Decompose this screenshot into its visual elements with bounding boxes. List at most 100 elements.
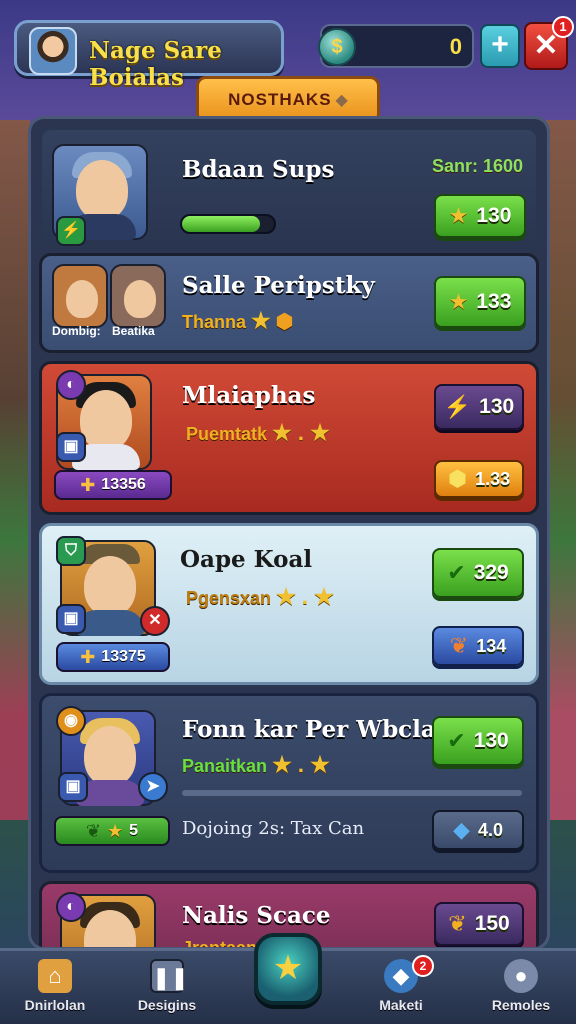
pause-icon: ❚❚ — [150, 959, 189, 993]
close-icon: ✕ — [140, 606, 170, 636]
upgrade-value: 1.33 — [475, 468, 511, 489]
list-item[interactable]: ◐ ▣ ✚ 13356 Mlaiaphas Puemtatk ★ . ★ ⚡ 130… — [39, 361, 539, 515]
star-icon: ★ . ★ — [272, 420, 330, 445]
stat-pill: ✚ 13375 — [56, 642, 170, 672]
emblem-icon: ◐ — [56, 892, 86, 922]
resource-button[interactable]: ❦ 134 — [432, 626, 524, 666]
list-item[interactable]: ◉ ▣ ➤ ❦ ★ 5 Fonn kar Per Wbclal Panaitka… — [39, 693, 539, 873]
confirm-value: 329 — [473, 561, 509, 584]
character-subtitle: Thanna ★ ⬢ — [182, 308, 293, 334]
background-left-decor — [0, 120, 30, 820]
plus-icon: ✚ — [80, 474, 96, 495]
chest-icon: ▣ — [56, 604, 86, 634]
nav-item-designs[interactable]: ❚❚ Desigins — [112, 951, 222, 1024]
currency-value: 0 — [449, 34, 462, 59]
add-currency-button[interactable]: + — [480, 24, 520, 68]
subtitle-text: Puemtatk — [186, 424, 268, 444]
lightning-icon: ⚡ — [56, 216, 86, 246]
character-portrait — [110, 264, 166, 328]
check-icon: ✔ — [447, 728, 466, 753]
resource-value: 4.0 — [477, 819, 503, 840]
close-button[interactable]: ✕ 1 — [524, 16, 574, 70]
notification-badge: 1 — [552, 16, 574, 38]
boost-value: 150 — [474, 912, 510, 935]
plus-icon: ✚ — [80, 646, 96, 667]
background-right-decor — [546, 120, 576, 820]
score-label: Sanr: 1600 — [432, 156, 524, 176]
player-plate[interactable]: Nage Sare Boialas — [14, 20, 284, 91]
nav-label: Remoles — [491, 997, 551, 1013]
star-icon: ★ — [107, 820, 124, 841]
progress-fill — [182, 216, 261, 232]
nav-item-home[interactable]: ⌂ Dnirlolan — [0, 951, 110, 1024]
list-item[interactable]: ⚡ Bdaan Sups Sanr: 1600 ★ 130 — [39, 127, 539, 251]
star-icon: ★ — [272, 949, 304, 987]
player-avatar — [29, 27, 77, 75]
coin-icon: $ — [318, 28, 356, 66]
banner-title: NOSTHAKS — [228, 90, 332, 109]
gold-icon: ⬢ — [447, 466, 468, 491]
subtitle-text: Pgensxan — [186, 588, 272, 608]
notification-badge: 2 — [412, 955, 434, 977]
top-bar: Nage Sare Boialas $ 0 + ✕ 1 — [8, 12, 574, 91]
character-name: Bdaan Sups — [182, 156, 335, 183]
confirm-value: 130 — [473, 729, 509, 752]
character-name: Fonn kar Per Wbclal — [182, 716, 445, 743]
list-item[interactable]: Dombig: Beatika Salle Peripstky Thanna ★… — [39, 253, 539, 353]
star-icon: ★ — [448, 289, 469, 314]
house-icon: ⌂ — [38, 959, 72, 993]
reward-value: 133 — [476, 290, 512, 313]
star-icon: ★ . ★ — [276, 584, 334, 609]
check-icon: ✔ — [447, 560, 466, 585]
character-name: Mlaiaphas — [182, 382, 316, 409]
leaf-icon: ❦ — [448, 911, 467, 936]
arrow-icon: ➤ — [138, 772, 168, 802]
star-icon: ★ — [251, 308, 271, 333]
boost-value: 130 — [479, 395, 515, 418]
chest-icon: ▣ — [56, 432, 86, 462]
nav-label: Maketi — [379, 997, 423, 1013]
bottom-navigation: ⌂ Dnirlolan ❚❚ Desigins ★ ◆ Maketi 2 ● R… — [0, 933, 576, 1024]
emblem-icon: ◐ — [56, 370, 86, 400]
boost-button[interactable]: ❦ 150 — [434, 902, 524, 946]
character-subtitle: Panaitkan ★ . ★ — [182, 752, 330, 778]
crystal-icon: ◆ — [453, 817, 470, 842]
currency-display: $ 0 — [318, 24, 474, 68]
leaf-icon: ❦ — [85, 820, 102, 841]
resource-button[interactable]: ◆ 4.0 — [432, 810, 524, 850]
progress-bar — [180, 214, 276, 234]
subtitle-text: Thanna — [182, 312, 247, 332]
character-detail: Dojoing 2s: Tax Can — [182, 818, 365, 839]
portrait-label: Beatika — [112, 324, 155, 338]
star-main-button[interactable]: ★ — [254, 933, 322, 1005]
leaf-icon: ❦ — [449, 633, 469, 658]
character-name: Salle Peripstky — [182, 272, 375, 299]
nav-item-profiles[interactable]: ● Remoles — [466, 951, 576, 1024]
stat-pill: ✚ 13356 — [54, 470, 172, 500]
lightning-icon: ⚡ — [443, 394, 472, 419]
upgrade-button[interactable]: ⬢ 1.33 — [434, 460, 524, 498]
stat-pill: ❦ ★ 5 — [54, 816, 170, 846]
character-subtitle: Puemtatk ★ . ★ — [186, 420, 330, 446]
reward-button[interactable]: ★ 130 — [434, 194, 526, 238]
confirm-button[interactable]: ✔ 329 — [432, 548, 524, 598]
character-name: Oape Koal — [180, 546, 313, 573]
list-item[interactable]: ⛉ ▣ ✕ ✚ 13375 Oape Koal Pgensxan ★ . ★ ✔ 3… — [39, 523, 539, 685]
reward-button[interactable]: ★ 133 — [434, 276, 526, 328]
person-icon: ● — [504, 959, 538, 993]
nav-item-market[interactable]: ◆ Maketi 2 — [346, 951, 456, 1024]
reward-value: 130 — [476, 204, 512, 227]
shield-icon: ⛉ — [56, 536, 86, 566]
chest-icon: ▣ — [58, 772, 88, 802]
nav-label: Dnirlolan — [24, 997, 86, 1013]
gem-icon: ◆ — [335, 92, 348, 109]
character-list[interactable]: ⚡ Bdaan Sups Sanr: 1600 ★ 130 Dombig: Bea… — [28, 116, 550, 950]
confirm-button[interactable]: ✔ 130 — [432, 716, 524, 766]
boost-button[interactable]: ⚡ 130 — [434, 384, 524, 430]
star-icon: ★ — [448, 203, 469, 228]
stat-value: 5 — [129, 822, 139, 839]
nav-label: Desigins — [137, 997, 197, 1013]
subtitle-text: Panaitkan — [182, 756, 268, 776]
stat-value: 13375 — [101, 648, 146, 665]
medal-icon: ◉ — [56, 706, 86, 736]
